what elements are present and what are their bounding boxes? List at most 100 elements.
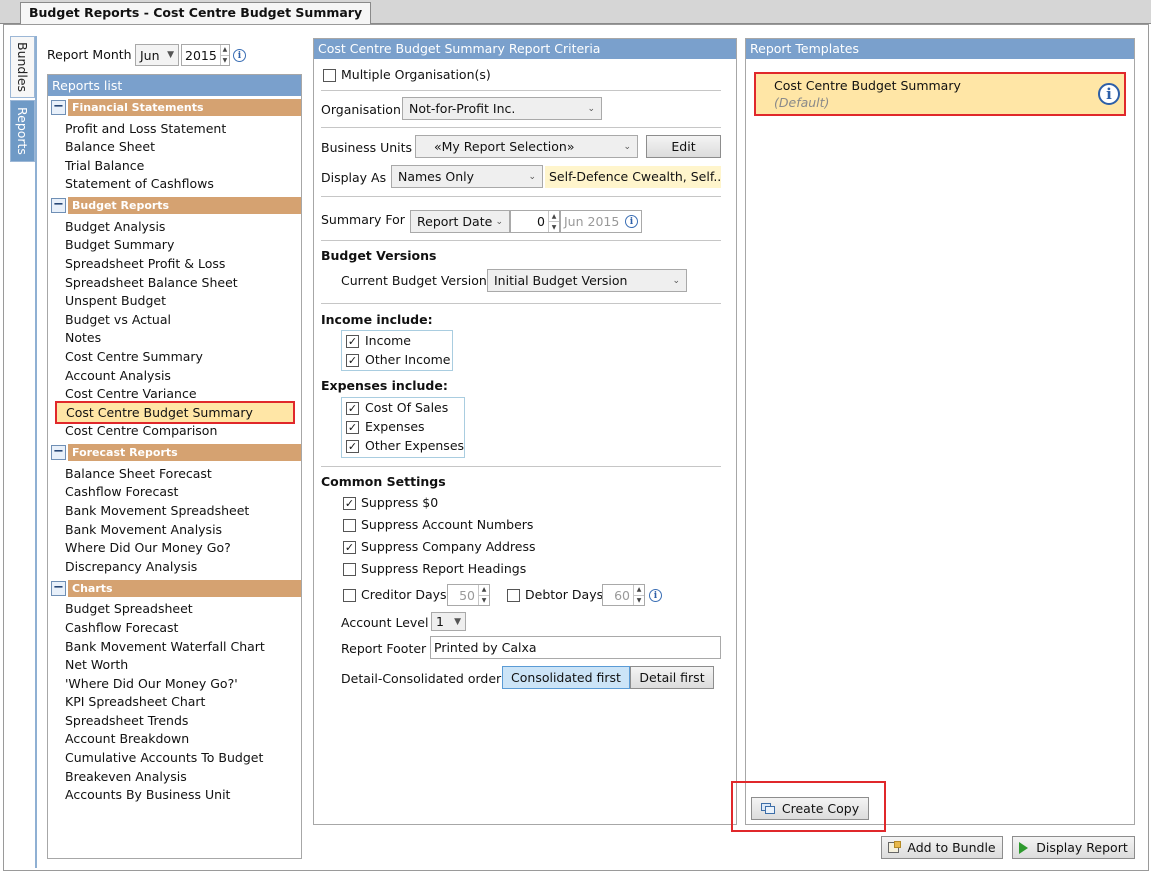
- collapse-icon[interactable]: −: [51, 445, 66, 460]
- debtor-days-checkbox[interactable]: [507, 589, 520, 602]
- collapse-icon[interactable]: −: [51, 198, 66, 213]
- expenses-checkbox[interactable]: ✓: [346, 421, 359, 434]
- list-item[interactable]: Cashflow Forecast: [65, 484, 178, 499]
- account-level-select[interactable]: 1 ▼: [431, 612, 466, 631]
- list-item[interactable]: Bank Movement Analysis: [65, 522, 222, 537]
- criteria-panel: Cost Centre Budget Summary Report Criter…: [313, 38, 737, 825]
- list-item[interactable]: Accounts By Business Unit: [65, 787, 230, 802]
- list-item[interactable]: Cost Centre Summary: [65, 349, 203, 364]
- display-as-select[interactable]: Names Only ⌄: [391, 165, 543, 188]
- collapse-icon[interactable]: −: [51, 581, 66, 596]
- spin-up-icon[interactable]: ▲: [220, 45, 229, 56]
- list-item[interactable]: Bank Movement Spreadsheet: [65, 503, 249, 518]
- list-item[interactable]: Where Did Our Money Go?: [65, 540, 231, 555]
- list-item[interactable]: KPI Spreadsheet Chart: [65, 694, 205, 709]
- chevron-down-icon: ⌄: [495, 216, 503, 227]
- group-budget-reports[interactable]: − Budget Reports: [50, 197, 301, 214]
- debtor-days-value: 60: [614, 587, 630, 603]
- income-label: Income: [365, 333, 411, 348]
- info-icon[interactable]: i: [625, 215, 638, 228]
- list-item[interactable]: Spreadsheet Profit & Loss: [65, 256, 225, 271]
- collapse-icon[interactable]: −: [51, 100, 66, 115]
- display-as-selection-summary: Self-Defence Cwealth, Self...: [545, 166, 721, 188]
- list-item[interactable]: Budget Analysis: [65, 219, 165, 234]
- spin-down-icon[interactable]: ▼: [634, 596, 644, 606]
- list-item[interactable]: Account Analysis: [65, 368, 171, 383]
- detail-first-button[interactable]: Detail first: [630, 666, 714, 689]
- list-item[interactable]: Trial Balance: [65, 158, 144, 173]
- list-item[interactable]: Unspent Budget: [65, 293, 166, 308]
- list-item[interactable]: Notes: [65, 330, 101, 345]
- display-report-button[interactable]: Display Report: [1012, 836, 1135, 859]
- list-item-selected[interactable]: Cost Centre Budget Summary: [55, 401, 295, 424]
- cost-of-sales-checkbox[interactable]: ✓: [346, 402, 359, 415]
- list-item[interactable]: Net Worth: [65, 657, 128, 672]
- list-item[interactable]: Statement of Cashflows: [65, 176, 214, 191]
- summary-offset-spinner[interactable]: 0 ▲ ▼: [510, 210, 560, 233]
- chevron-down-icon: ⌄: [587, 103, 595, 114]
- other-income-checkbox[interactable]: ✓: [346, 354, 359, 367]
- tab-bundles[interactable]: Bundles: [10, 36, 35, 98]
- debtor-days-label: Debtor Days: [525, 587, 604, 602]
- spin-down-icon[interactable]: ▼: [549, 222, 559, 232]
- list-item[interactable]: 'Where Did Our Money Go?': [65, 676, 238, 691]
- list-item[interactable]: Spreadsheet Balance Sheet: [65, 275, 238, 290]
- template-item-selected[interactable]: Cost Centre Budget Summary (Default) i: [754, 72, 1126, 116]
- consolidated-first-button[interactable]: Consolidated first: [502, 666, 630, 689]
- edit-button[interactable]: Edit: [646, 135, 721, 158]
- list-item[interactable]: Account Breakdown: [65, 731, 189, 746]
- spin-down-icon[interactable]: ▼: [479, 596, 489, 606]
- list-item[interactable]: Cumulative Accounts To Budget: [65, 750, 263, 765]
- group-forecast-reports[interactable]: − Forecast Reports: [50, 444, 301, 461]
- list-item[interactable]: Budget vs Actual: [65, 312, 171, 327]
- list-item[interactable]: Cost Centre Comparison: [65, 423, 217, 438]
- suppress-zero-checkbox[interactable]: ✓: [343, 497, 356, 510]
- income-checkbox[interactable]: ✓: [346, 335, 359, 348]
- year-spinner[interactable]: 2015 ▲ ▼: [181, 44, 230, 66]
- spin-down-icon[interactable]: ▼: [221, 56, 229, 66]
- list-item[interactable]: Spreadsheet Trends: [65, 713, 188, 728]
- list-item[interactable]: Balance Sheet Forecast: [65, 466, 212, 481]
- list-item[interactable]: Profit and Loss Statement: [65, 121, 226, 136]
- tab-reports[interactable]: Reports: [10, 100, 35, 162]
- list-item[interactable]: Bank Movement Waterfall Chart: [65, 639, 265, 654]
- suppress-report-headings-checkbox[interactable]: [343, 563, 356, 576]
- spin-up-icon[interactable]: ▲: [549, 211, 559, 222]
- list-item[interactable]: Budget Summary: [65, 237, 174, 252]
- list-item[interactable]: Discrepancy Analysis: [65, 559, 197, 574]
- info-icon[interactable]: i: [649, 589, 662, 602]
- suppress-account-numbers-checkbox[interactable]: [343, 519, 356, 532]
- current-budget-select[interactable]: Initial Budget Version ⌄: [487, 269, 687, 292]
- multiple-orgs-checkbox[interactable]: [323, 69, 336, 82]
- creditor-days-checkbox[interactable]: [343, 589, 356, 602]
- account-level-label: Account Level: [341, 615, 429, 630]
- spin-up-icon[interactable]: ▲: [634, 585, 644, 596]
- summary-for-select[interactable]: Report Date ⌄: [410, 210, 510, 233]
- business-units-select[interactable]: «My Report Selection» ⌄: [415, 135, 638, 158]
- report-footer-input[interactable]: Printed by Calxa: [430, 636, 721, 659]
- detail-order-label: Detail-Consolidated order: [341, 671, 502, 686]
- income-group: ✓ Income ✓ Other Income: [341, 330, 453, 371]
- list-item[interactable]: Cashflow Forecast: [65, 620, 178, 635]
- info-icon[interactable]: i: [233, 49, 246, 62]
- other-expenses-checkbox[interactable]: ✓: [346, 440, 359, 453]
- organisation-select[interactable]: Not-for-Profit Inc. ⌄: [402, 97, 602, 120]
- spin-up-icon[interactable]: ▲: [479, 585, 489, 596]
- templates-title: Report Templates: [746, 39, 1134, 59]
- window-tab[interactable]: Budget Reports - Cost Centre Budget Summ…: [20, 2, 372, 24]
- list-item[interactable]: Budget Spreadsheet: [65, 601, 193, 616]
- summary-offset-value: 0: [537, 214, 545, 229]
- list-item[interactable]: Balance Sheet: [65, 139, 155, 154]
- list-item[interactable]: Cost Centre Variance: [65, 386, 197, 401]
- add-to-bundle-button[interactable]: Add to Bundle: [881, 836, 1003, 859]
- info-icon[interactable]: i: [1098, 83, 1120, 105]
- creditor-days-spinner[interactable]: 50 ▲ ▼: [447, 584, 490, 606]
- month-select[interactable]: Jun ▼: [135, 44, 179, 66]
- list-item[interactable]: Breakeven Analysis: [65, 769, 187, 784]
- suppress-company-address-checkbox[interactable]: ✓: [343, 541, 356, 554]
- group-charts[interactable]: − Charts: [50, 580, 301, 597]
- group-financial-statements[interactable]: − Financial Statements: [50, 99, 301, 116]
- account-level-value: 1: [436, 614, 444, 629]
- template-name: Cost Centre Budget Summary: [774, 78, 961, 93]
- debtor-days-spinner[interactable]: 60 ▲ ▼: [602, 584, 645, 606]
